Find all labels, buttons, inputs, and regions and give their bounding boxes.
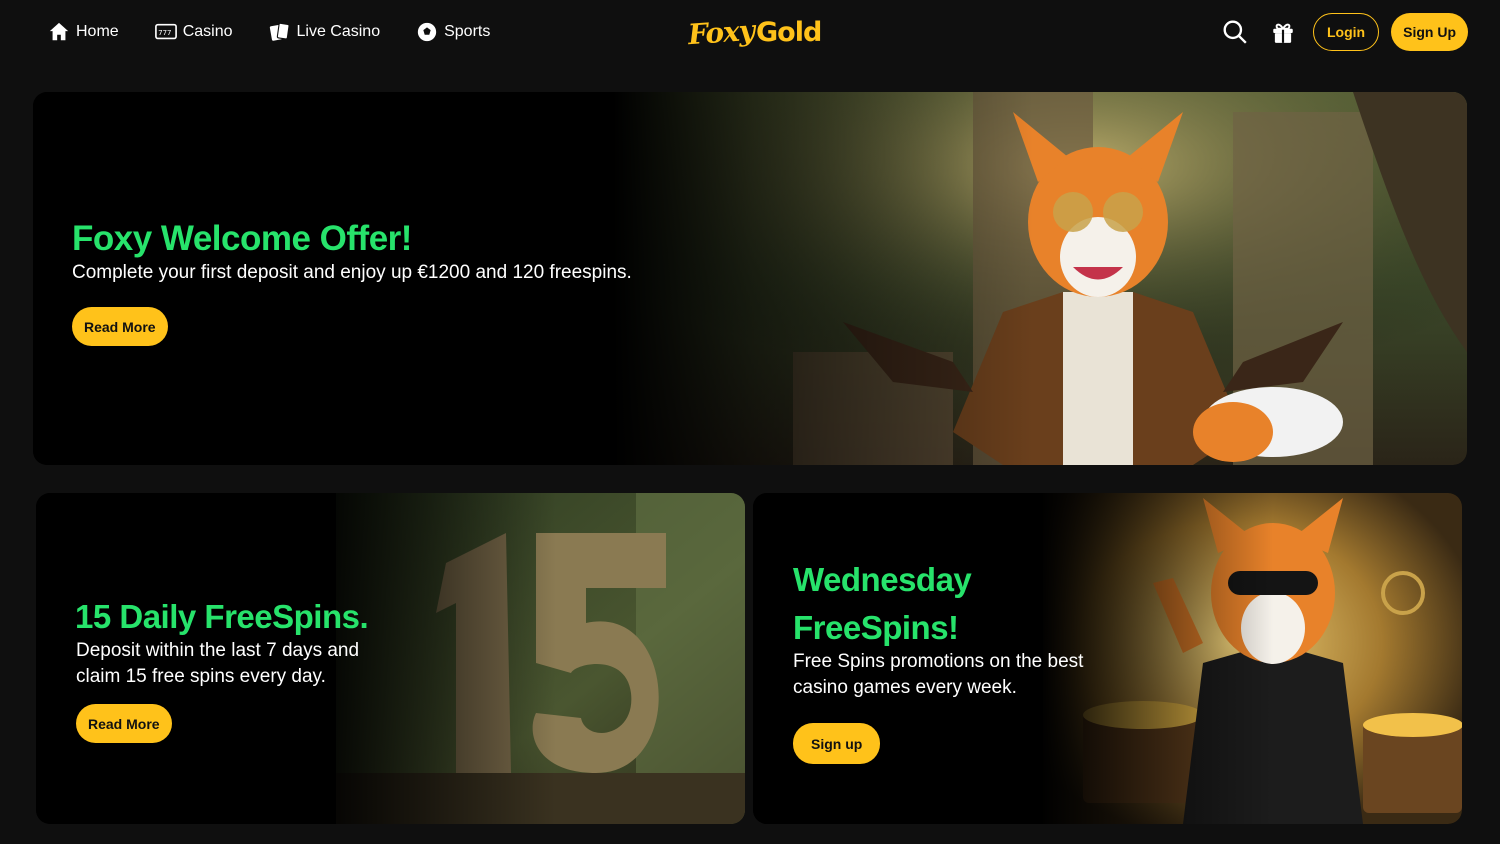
wednesday-freespins-card[interactable]: Wednesday FreeSpins! Free Spins promotio… xyxy=(753,493,1462,824)
svg-text:777: 777 xyxy=(158,28,171,37)
logo-gold-text: Gold xyxy=(756,16,822,48)
main-nav: Home 777 Casino Live Casino Sports xyxy=(48,18,490,46)
daily-title: 15 Daily FreeSpins. xyxy=(75,598,369,635)
nav-casino-label: Casino xyxy=(182,23,233,40)
daily-freespins-card[interactable]: 15 Daily FreeSpins. Deposit within the l… xyxy=(36,493,745,824)
home-icon xyxy=(49,22,69,41)
daily-description-line2: claim 15 free spins every day. xyxy=(76,666,326,687)
logo-foxy-text: Foxy xyxy=(686,13,756,51)
playing-cards-icon xyxy=(269,22,290,41)
nav-live-casino[interactable]: Live Casino xyxy=(269,18,381,46)
signup-button[interactable]: Sign Up xyxy=(1391,13,1468,51)
wednesday-description-line2: casino games every week. xyxy=(793,677,1017,698)
nav-sports-label: Sports xyxy=(444,23,491,40)
wednesday-title-line1: Wednesday xyxy=(793,561,972,598)
gift-button[interactable] xyxy=(1265,13,1301,51)
foxygold-logo[interactable]: Foxy Gold xyxy=(686,12,822,52)
hero-description: Complete your first deposit and enjoy up… xyxy=(72,262,632,283)
welcome-offer-banner[interactable]: Foxy Welcome Offer! Complete your first … xyxy=(33,92,1467,465)
top-navigation: Home 777 Casino Live Casino Sports Foxy G… xyxy=(0,0,1500,64)
login-button[interactable]: Login xyxy=(1313,13,1380,51)
nav-casino[interactable]: 777 Casino xyxy=(154,18,233,46)
gift-icon xyxy=(1273,23,1293,43)
header-actions: Login Sign Up xyxy=(1217,13,1468,51)
hero-title: Foxy Welcome Offer! xyxy=(72,219,412,258)
daily-read-more-button[interactable]: Read More xyxy=(76,704,172,743)
nav-home[interactable]: Home xyxy=(48,18,119,46)
wednesday-description-line1: Free Spins promotions on the best xyxy=(793,651,1084,672)
soccer-ball-icon xyxy=(417,22,437,42)
slot-machine-icon: 777 xyxy=(154,23,177,40)
nav-live-casino-label: Live Casino xyxy=(296,23,381,40)
search-icon xyxy=(1223,20,1247,44)
wednesday-signup-button[interactable]: Sign up xyxy=(793,723,881,764)
nav-home-label: Home xyxy=(76,23,119,40)
nav-sports[interactable]: Sports xyxy=(416,18,490,46)
daily-description-line1: Deposit within the last 7 days and xyxy=(76,640,360,661)
hero-read-more-button[interactable]: Read More xyxy=(72,307,168,346)
search-button[interactable] xyxy=(1217,13,1253,51)
wednesday-title-line2: FreeSpins! xyxy=(793,609,959,646)
